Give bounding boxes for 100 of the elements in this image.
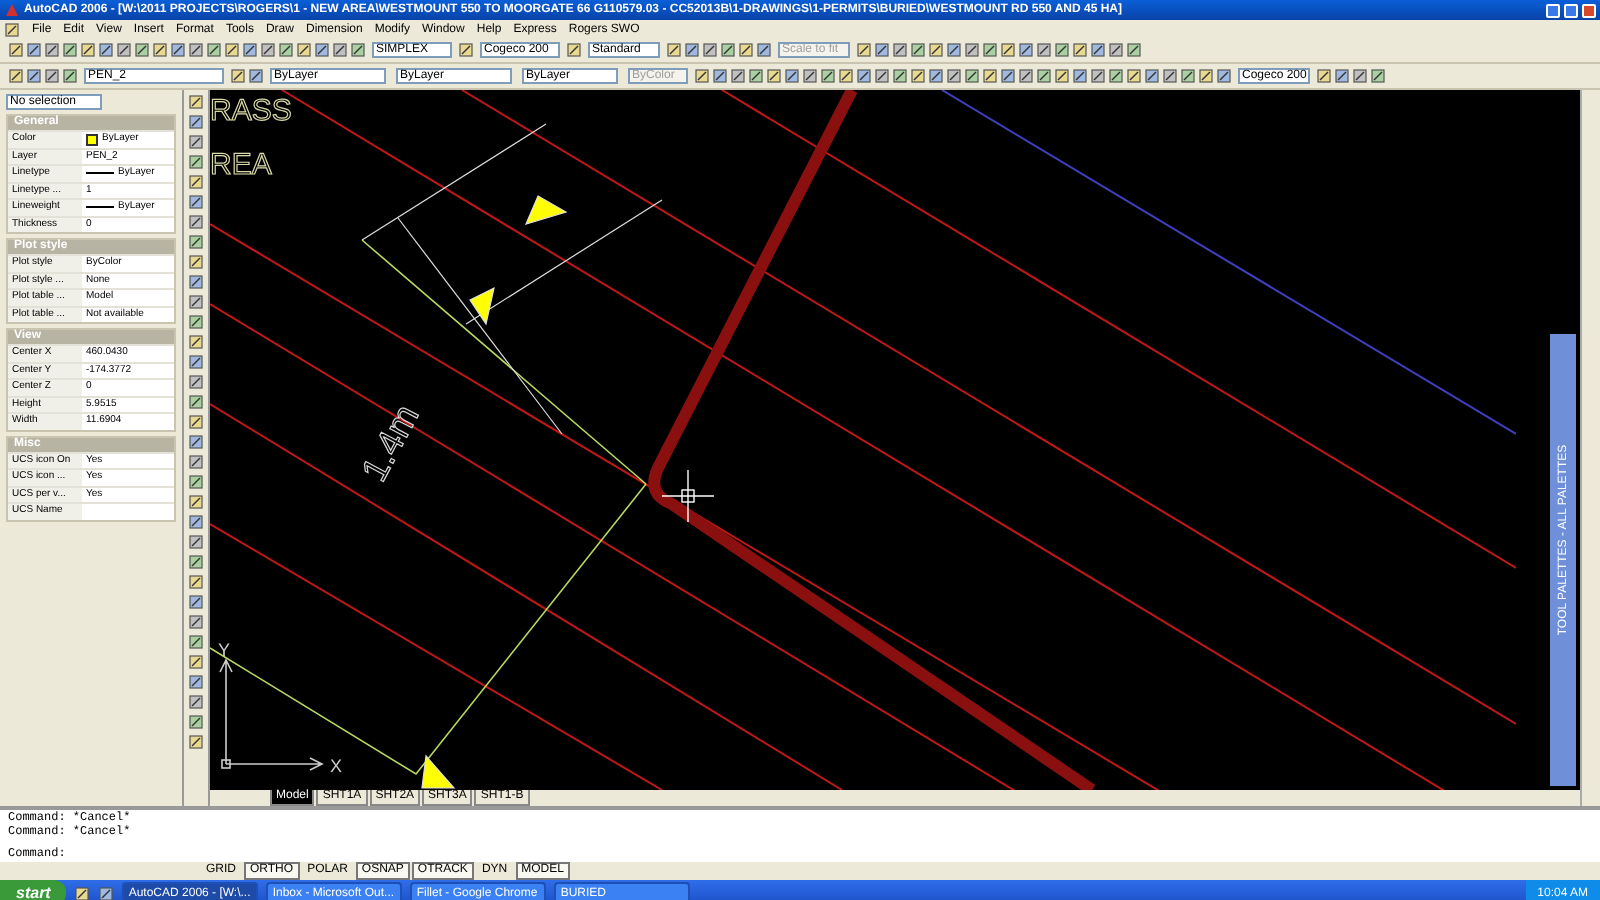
draw-tool-icon[interactable]	[188, 674, 204, 690]
draw-tool-icon[interactable]	[188, 394, 204, 410]
tool-icon[interactable]	[1144, 68, 1160, 84]
draw-tool-icon[interactable]	[188, 654, 204, 670]
tool-icon[interactable]	[946, 42, 962, 58]
draw-tool-icon[interactable]	[188, 374, 204, 390]
tool-icon[interactable]	[170, 42, 186, 58]
tool-icon[interactable]	[278, 42, 294, 58]
tool-icon[interactable]	[964, 68, 980, 84]
draw-tool-icon[interactable]	[188, 254, 204, 270]
tool-icon[interactable]	[44, 68, 60, 84]
tool-icon[interactable]	[838, 68, 854, 84]
tool-icon[interactable]	[720, 42, 736, 58]
tool-icon[interactable]	[1000, 68, 1016, 84]
draw-tool-icon[interactable]	[188, 94, 204, 110]
draw-tool-icon[interactable]	[188, 334, 204, 350]
draw-tool-icon[interactable]	[188, 114, 204, 130]
tool-icon[interactable]	[1352, 68, 1368, 84]
draw-tool-icon[interactable]	[188, 694, 204, 710]
tool-icon[interactable]	[80, 42, 96, 58]
tool-icon[interactable]	[1090, 68, 1106, 84]
draw-tool-icon[interactable]	[188, 614, 204, 630]
tool-icon[interactable]	[1054, 42, 1070, 58]
tool-icon[interactable]	[8, 68, 24, 84]
tool-icon[interactable]	[928, 68, 944, 84]
tool-icon[interactable]	[206, 42, 222, 58]
tool-icon[interactable]	[892, 42, 908, 58]
tool-icon[interactable]	[856, 68, 872, 84]
tool-icon[interactable]	[134, 42, 150, 58]
tool-icon[interactable]	[712, 68, 728, 84]
tool-icon[interactable]	[1316, 68, 1332, 84]
draw-tool-icon[interactable]	[188, 734, 204, 750]
tool-icon[interactable]	[982, 42, 998, 58]
draw-tool-icon[interactable]	[188, 274, 204, 290]
draw-tool-icon[interactable]	[188, 594, 204, 610]
draw-tool-icon[interactable]	[188, 354, 204, 370]
tool-icon[interactable]	[314, 42, 330, 58]
draw-tool-icon[interactable]	[188, 314, 204, 330]
tool-icon[interactable]	[98, 42, 114, 58]
draw-tool-icon[interactable]	[188, 414, 204, 430]
tool-icon[interactable]	[738, 42, 754, 58]
quick-launch-icon[interactable]	[98, 885, 115, 900]
tool-icon[interactable]	[26, 42, 42, 58]
tool-icon[interactable]	[1370, 68, 1386, 84]
tool-icon[interactable]	[892, 68, 908, 84]
minimize-button[interactable]	[1546, 3, 1560, 17]
draw-tool-icon[interactable]	[188, 574, 204, 590]
tool-icon[interactable]	[756, 42, 772, 58]
draw-tool-icon[interactable]	[188, 294, 204, 310]
tool-icon[interactable]	[296, 42, 312, 58]
tool-icon[interactable]	[566, 42, 582, 58]
tool-icon[interactable]	[248, 68, 264, 84]
tool-icon[interactable]	[928, 42, 944, 58]
tool-icon[interactable]	[910, 42, 926, 58]
tool-icon[interactable]	[458, 42, 474, 58]
tool-icon[interactable]	[1018, 68, 1034, 84]
draw-tool-icon[interactable]	[188, 714, 204, 730]
tool-icon[interactable]	[1108, 68, 1124, 84]
tool-icon[interactable]	[1216, 68, 1232, 84]
tool-icon[interactable]	[242, 42, 258, 58]
draw-tool-icon[interactable]	[188, 134, 204, 150]
draw-tool-icon[interactable]	[188, 214, 204, 230]
draw-tool-icon[interactable]	[188, 174, 204, 190]
tool-icon[interactable]	[1334, 68, 1350, 84]
tool-icon[interactable]	[784, 68, 800, 84]
tool-icon[interactable]	[332, 42, 348, 58]
draw-tool-icon[interactable]	[188, 474, 204, 490]
tool-icon[interactable]	[1036, 42, 1052, 58]
tool-icon[interactable]	[730, 68, 746, 84]
tool-icon[interactable]	[666, 42, 682, 58]
tool-icon[interactable]	[1090, 42, 1106, 58]
draw-tool-icon[interactable]	[188, 554, 204, 570]
start-button[interactable]: start	[0, 880, 67, 900]
tool-icon[interactable]	[1198, 68, 1214, 84]
draw-tool-icon[interactable]	[188, 454, 204, 470]
tool-icon[interactable]	[26, 68, 42, 84]
maximize-button[interactable]	[1564, 3, 1578, 17]
tool-icon[interactable]	[1036, 68, 1052, 84]
tool-icon[interactable]	[224, 42, 240, 58]
quick-launch-icon[interactable]	[74, 885, 91, 900]
draw-tool-icon[interactable]	[188, 634, 204, 650]
app-menu-icon[interactable]	[4, 21, 20, 37]
tool-icon[interactable]	[1126, 42, 1142, 58]
tool-icon[interactable]	[1054, 68, 1070, 84]
tool-icon[interactable]	[874, 68, 890, 84]
tool-icon[interactable]	[1072, 42, 1088, 58]
tool-icon[interactable]	[230, 68, 246, 84]
tool-icon[interactable]	[684, 42, 700, 58]
tool-icon[interactable]	[946, 68, 962, 84]
tool-icon[interactable]	[1162, 68, 1178, 84]
draw-tool-icon[interactable]	[188, 514, 204, 530]
tool-icon[interactable]	[8, 42, 24, 58]
draw-tool-icon[interactable]	[188, 234, 204, 250]
tool-icon[interactable]	[874, 42, 890, 58]
draw-tool-icon[interactable]	[188, 194, 204, 210]
tool-icon[interactable]	[116, 42, 132, 58]
tool-icon[interactable]	[62, 42, 78, 58]
tool-icon[interactable]	[982, 68, 998, 84]
tool-icon[interactable]	[44, 42, 60, 58]
tool-icon[interactable]	[856, 42, 872, 58]
